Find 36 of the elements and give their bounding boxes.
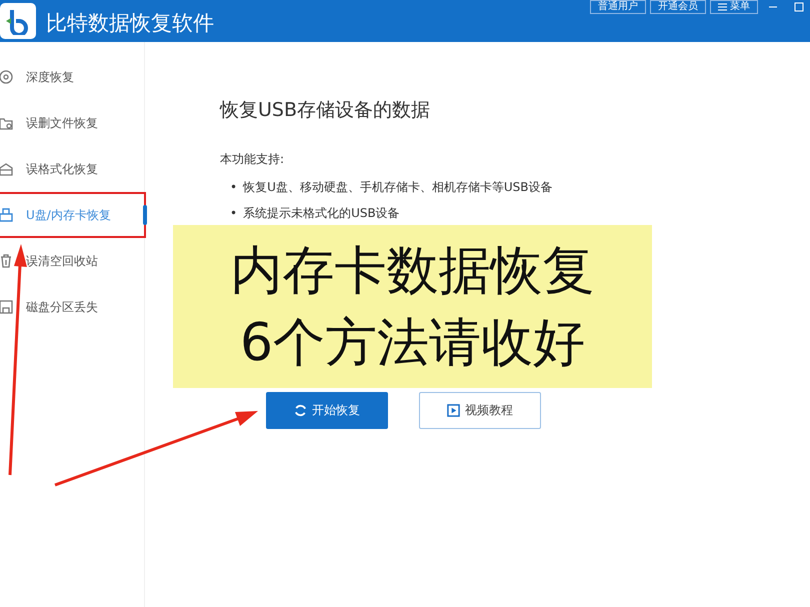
start-button[interactable]: 开始恢复 xyxy=(266,392,388,429)
sidebar-item[interactable]: 误清空回收站 xyxy=(0,240,144,282)
refresh-icon xyxy=(294,404,307,417)
play-icon xyxy=(447,404,460,417)
sidebar-label: 磁盘分区丢失 xyxy=(26,298,98,316)
header-button[interactable]: 菜单 xyxy=(710,0,758,14)
sidebar-item[interactable]: 磁盘分区丢失 xyxy=(0,286,144,328)
window-title: 比特数据恢复软件 xyxy=(46,10,214,37)
caption-text: 内存卡数据恢复 xyxy=(230,240,594,302)
sidebar-icon xyxy=(0,253,14,269)
intro-text: 本功能支持: xyxy=(220,151,286,168)
feature-item: 恢复U盘、移动硬盘、手机存储卡、相机存储卡等USB设备 xyxy=(243,179,552,196)
selection-bar xyxy=(143,205,147,225)
sidebar-label: 误删文件恢复 xyxy=(26,114,98,132)
maximize-icon[interactable] xyxy=(794,2,804,12)
page-heading: 恢复USB存储设备的数据 xyxy=(220,98,432,123)
sidebar-icon xyxy=(0,299,14,315)
sidebar-label: 误格式化恢复 xyxy=(26,160,98,178)
bullet-mark: • xyxy=(230,205,238,222)
sidebar-icon xyxy=(0,207,14,223)
header-button[interactable]: 普通用户 xyxy=(590,0,646,14)
caption-text: 6个方法请收好 xyxy=(240,312,586,374)
sidebar-label: 深度恢复 xyxy=(26,68,74,86)
sidebar-item[interactable]: 误格式化恢复 xyxy=(0,148,144,190)
sidebar-item[interactable]: 误删文件恢复 xyxy=(0,102,144,144)
sidebar-item[interactable]: U盘/内存卡恢复 xyxy=(0,194,144,236)
feature-item: 系统提示未格式化的USB设备 xyxy=(243,205,400,222)
bullet-mark: • xyxy=(230,179,238,196)
header-button[interactable]: 开通会员 xyxy=(650,0,706,14)
sidebar-icon xyxy=(0,161,14,177)
sidebar-item[interactable]: 深度恢复 xyxy=(0,56,144,98)
sidebar-label: 误清空回收站 xyxy=(26,252,98,270)
video-button[interactable]: 视频教程 xyxy=(419,392,541,429)
sidebar-icon xyxy=(0,69,14,85)
menu-icon xyxy=(718,3,727,11)
sidebar-label: U盘/内存卡恢复 xyxy=(26,206,111,224)
